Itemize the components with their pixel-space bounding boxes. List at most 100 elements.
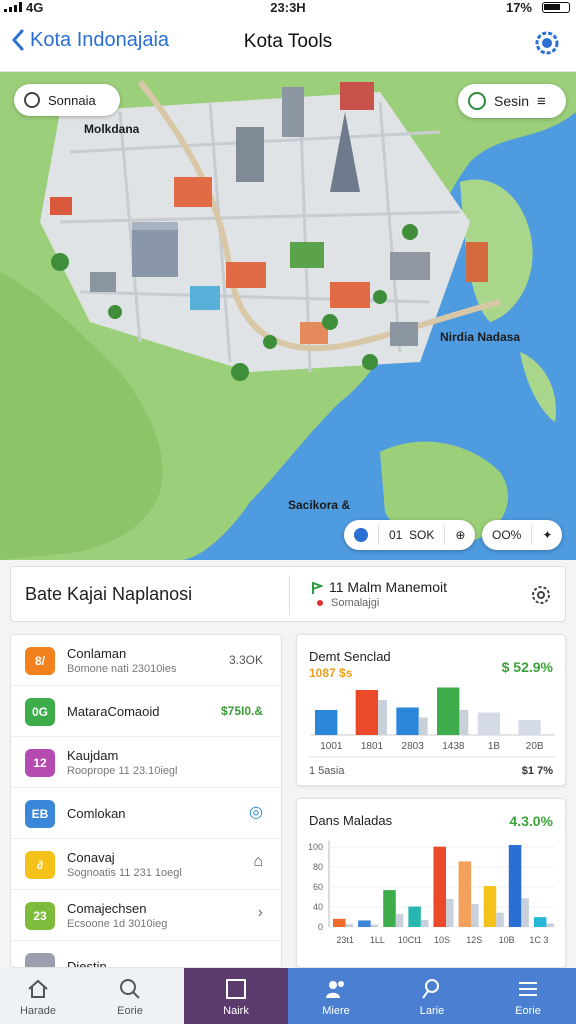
y-tick-label: 0 bbox=[318, 922, 323, 932]
list-item[interactable]: EB Comlokan ◎ bbox=[11, 788, 281, 839]
tab-harade-0[interactable]: Harade bbox=[0, 968, 76, 1024]
item-value: $75I0.& bbox=[220, 704, 263, 718]
item-name: Conavaj bbox=[67, 850, 115, 865]
x-tick-label: 20B bbox=[526, 741, 544, 752]
x-tick-label: 10Ct1 bbox=[398, 935, 422, 945]
zoom-level-control: OO% ✦ bbox=[482, 520, 563, 550]
x-tick-label: 1LL bbox=[370, 935, 385, 945]
chart2-title: Dans Maladas bbox=[309, 813, 393, 828]
bar bbox=[433, 846, 446, 927]
location-list: 8/Conlaman Bomone nati 23010ies 3.3OK 0G Mat… bbox=[10, 634, 282, 968]
map-label-north-west: Molkdana bbox=[84, 122, 140, 136]
x-tick-label: 1B bbox=[488, 741, 501, 752]
bar bbox=[483, 886, 497, 927]
item-value: 3.3OK bbox=[228, 653, 263, 667]
bar-secondary bbox=[446, 898, 454, 927]
list-item[interactable]: ∂ Conavaj Sognoatis 11 231 1oegl ⌂ bbox=[11, 839, 281, 890]
menu-icon bbox=[519, 981, 537, 996]
tab-larie-4[interactable]: Larie bbox=[384, 968, 480, 1024]
gear-icon[interactable] bbox=[529, 583, 553, 607]
layers-icon: ≡ bbox=[537, 92, 546, 110]
x-tick-label: 12S bbox=[466, 935, 482, 945]
y-tick-label: 40 bbox=[313, 902, 323, 912]
search-chip[interactable]: Sonnaia bbox=[14, 84, 120, 116]
chart-card-1[interactable]: 1001 1801 2803 1438 1B 20B Demt Senclad $ 52.… bbox=[296, 634, 566, 786]
bar bbox=[333, 918, 346, 927]
store-icon: ⌂ bbox=[253, 853, 263, 870]
bar-secondary bbox=[395, 914, 404, 927]
item-badge: EB bbox=[25, 800, 55, 828]
bar bbox=[358, 920, 371, 927]
bar-secondary bbox=[521, 898, 529, 927]
item-badge: 23 bbox=[25, 902, 55, 930]
list-item[interactable]: 12 Kaujdam Rooprope 11 23.10iegl bbox=[11, 737, 281, 788]
x-tick-label: 1801 bbox=[361, 741, 384, 752]
chart2-value: 4.3.0% bbox=[509, 813, 553, 829]
tab-miere-3[interactable]: Miere bbox=[288, 968, 384, 1024]
bar-secondary bbox=[496, 912, 504, 927]
x-tick-label: 2803 bbox=[402, 741, 425, 752]
item-subtitle: Rooprope 11 23.10iegl bbox=[67, 765, 178, 777]
settings-gear-icon[interactable] bbox=[532, 28, 562, 58]
summary-metric-sub: Somalajgi bbox=[331, 597, 380, 609]
flag-icon bbox=[312, 582, 323, 594]
bar-secondary bbox=[471, 904, 479, 927]
x-tick-label: 1001 bbox=[320, 741, 343, 752]
search-circle-icon bbox=[24, 92, 40, 108]
tab-label: Miere bbox=[322, 1004, 350, 1017]
chart1-footer-left: 1 5asia bbox=[309, 765, 345, 777]
search-chip-label: Sonnaia bbox=[48, 92, 96, 108]
list-item[interactable]: 8/Conlaman Bomone nati 23010ies 3.3OK bbox=[11, 635, 281, 686]
item-badge: ∂ bbox=[25, 851, 55, 879]
bar bbox=[477, 712, 501, 735]
crosshair-button[interactable]: ⊕ bbox=[445, 525, 475, 545]
item-subtitle: Ecsoone 1d 3010ieg bbox=[67, 918, 168, 930]
app-header: Kota Indonajaia Kota Tools bbox=[0, 16, 576, 72]
summary-title: Bate Kajai Naplanosi bbox=[25, 584, 193, 604]
x-tick-label: 1C 3 bbox=[529, 935, 548, 945]
compass-button[interactable]: ✦ bbox=[532, 525, 562, 545]
y-tick-label: 80 bbox=[313, 862, 323, 872]
list-item[interactable]: Diestin bbox=[11, 941, 281, 967]
list-item[interactable]: 0G MataraComaoid $75I0.& bbox=[11, 686, 281, 737]
bar-secondary bbox=[459, 710, 469, 735]
bar bbox=[508, 845, 522, 927]
bar bbox=[533, 917, 547, 927]
tab-nairk-2[interactable]: Nairk bbox=[184, 968, 288, 1024]
tab-eorie-5[interactable]: Eorie bbox=[480, 968, 576, 1024]
x-tick-label: 10B bbox=[499, 935, 515, 945]
location-dot-icon bbox=[354, 528, 368, 542]
bar bbox=[396, 707, 419, 735]
session-chip[interactable]: Sesin ≡ bbox=[458, 84, 566, 118]
status-bar: 4G 23:3H 17% bbox=[0, 0, 576, 16]
summary-bar: Bate Kajai Naplanosi 11 Malm Manemoit So… bbox=[10, 566, 566, 622]
bar-secondary bbox=[370, 924, 379, 927]
item-badge: 0G bbox=[25, 698, 55, 726]
tab-label: Eorie bbox=[117, 1004, 143, 1017]
map-zoom-control: 01 SOK ⊕ bbox=[344, 520, 476, 550]
chart1-footer-right: $1 7% bbox=[521, 765, 553, 777]
list-item[interactable]: 23 Comajechsen Ecsoone 1d 3010ieg › bbox=[11, 890, 281, 941]
status-dot-icon: ◎ bbox=[249, 804, 263, 821]
divider bbox=[289, 575, 290, 615]
clock: 23:3H bbox=[270, 0, 306, 15]
zoom-level[interactable]: OO% bbox=[482, 525, 533, 545]
locate-button[interactable] bbox=[344, 525, 379, 545]
bar bbox=[355, 690, 379, 735]
battery-icon bbox=[542, 2, 570, 13]
pin-icon bbox=[422, 978, 439, 999]
tab-label: Harade bbox=[19, 1004, 57, 1017]
map-canvas bbox=[0, 72, 576, 560]
bar-secondary bbox=[420, 919, 429, 927]
tab-label: Eorie bbox=[515, 1004, 541, 1017]
item-badge: 8/ bbox=[25, 647, 55, 675]
x-tick-label: 10S bbox=[434, 935, 450, 945]
city-map[interactable]: Sonnaia Sesin ≡ Molkdana Nirdia Nadasa S… bbox=[0, 72, 576, 560]
square-icon bbox=[226, 978, 246, 999]
alert-dot bbox=[317, 600, 323, 606]
chart1-value: $ 52.9% bbox=[501, 659, 553, 675]
tab-eorie-1[interactable]: Eorie bbox=[76, 968, 184, 1024]
chart-card-2[interactable]: 100 80 60 40 0 23t1 1LL 10Ct1 10S 12S 10B 1C 3 Dans… bbox=[296, 798, 566, 968]
bar bbox=[383, 890, 396, 927]
battery-percent: 17% bbox=[505, 0, 532, 15]
